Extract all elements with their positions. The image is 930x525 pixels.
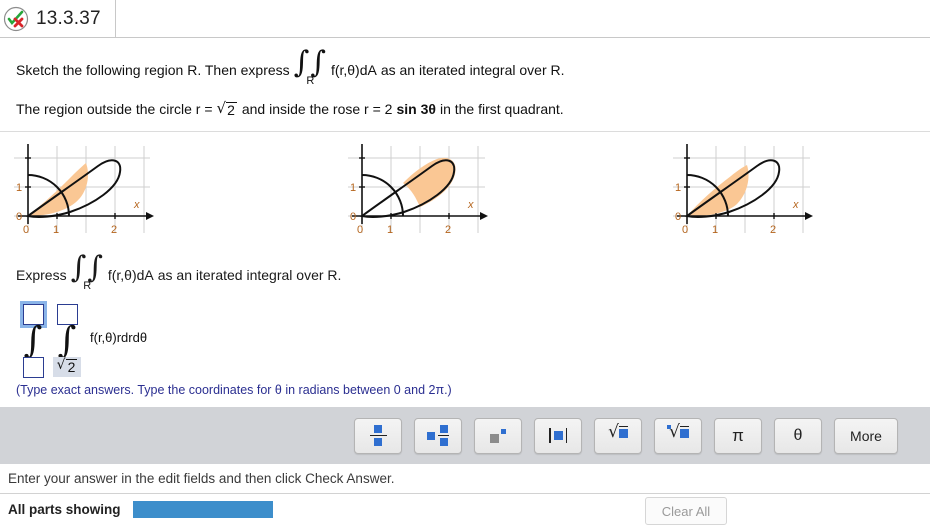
- inner-integral-sign: ∫: [57, 319, 77, 361]
- graph-option-c-canvas[interactable]: 0 1 2 0 1 x: [665, 138, 815, 243]
- theta-button[interactable]: θ: [774, 417, 822, 454]
- graph-b-ytick-0: 0: [350, 211, 356, 223]
- graph-b-xlabel: x: [467, 199, 474, 211]
- graph-option-a-canvas[interactable]: 0 1 2 0 1 x: [10, 138, 155, 243]
- outer-lower-limit-slot: [22, 356, 44, 379]
- graph-a-ytick-1: 1: [16, 182, 22, 194]
- check-cross-icon: [3, 6, 29, 31]
- theta-icon: θ: [793, 426, 803, 444]
- pi-button[interactable]: π: [714, 417, 762, 454]
- integral-signs: ∫∫: [293, 44, 327, 80]
- graph-a-xtick-0: 0: [23, 224, 29, 236]
- square-root-button[interactable]: √: [594, 417, 642, 454]
- outer-integral: ∫: [16, 300, 50, 379]
- express-after: as an iterated integral over R.: [157, 267, 342, 284]
- more-button[interactable]: More: [834, 417, 898, 454]
- absolute-value-button[interactable]: [534, 417, 582, 454]
- question-line-2-bold: sin 3θ: [396, 101, 436, 118]
- graph-c-ytick-1: 1: [675, 182, 681, 194]
- exponent-button[interactable]: [474, 417, 522, 454]
- graph-option-a[interactable]: 0 1 2 0 1 x: [10, 138, 155, 246]
- graph-b-xtick-1: 1: [387, 224, 393, 236]
- question-line-2: The region outside the circle r = √ 2 and…: [16, 87, 914, 118]
- absolute-value-icon: [548, 428, 568, 443]
- radicand: 2: [226, 102, 237, 118]
- graph-c-xtick-0: 0: [682, 224, 688, 236]
- inner-lower-limit-slot: √ 2: [52, 356, 82, 379]
- graph-a-xtick-2: 2: [111, 224, 117, 236]
- answer-section: Express ∫∫ R f(r,θ)dA as an iterated int…: [0, 246, 930, 397]
- all-parts-showing-label: All parts showing: [8, 501, 121, 517]
- graph-a-ytick-0: 0: [16, 211, 22, 223]
- integral-subscript: R: [306, 74, 315, 87]
- express-label: Express: [16, 267, 67, 284]
- enter-answer-message-bar: Enter your answer in the edit fields and…: [0, 464, 930, 494]
- mixed-number-button[interactable]: [414, 417, 462, 454]
- fraction-button[interactable]: [354, 417, 402, 454]
- question-line-1-after: as an iterated integral over R.: [380, 62, 565, 78]
- exponent-icon: [490, 428, 506, 443]
- inner-lower-radical-sign: √: [56, 357, 66, 374]
- graph-c-xtick-1: 1: [712, 224, 718, 236]
- outer-integral-sign: ∫: [23, 319, 43, 361]
- question-integrand: f(r,θ)dA: [330, 62, 377, 78]
- nth-root-icon: √: [667, 423, 689, 446]
- footer-bar: All parts showing: [0, 495, 930, 523]
- iterated-integral-answer: ∫ ∫ √ 2 f(r,θ)rdrdθ (Type exact answers.…: [16, 293, 914, 397]
- inner-lower-limit-input[interactable]: √ 2: [52, 357, 82, 378]
- express-integral-signs: ∫∫: [70, 249, 104, 285]
- page-title: 13.3.37: [36, 7, 101, 29]
- header-divider: [114, 0, 116, 37]
- graph-a-xtick-1: 1: [53, 224, 59, 236]
- express-integral-subscript: R: [83, 279, 92, 292]
- graph-c-xlabel: x: [792, 199, 799, 211]
- radical-sign: √: [216, 99, 227, 117]
- enter-answer-message: Enter your answer in the edit fields and…: [8, 471, 395, 486]
- sqrt-two-glyph: √ 2: [217, 101, 237, 118]
- graph-b-xtick-0: 0: [357, 224, 363, 236]
- pi-icon: π: [732, 425, 744, 445]
- question-line-1: Sketch the following region R. Then expr…: [16, 38, 914, 87]
- question-line-2-b: and inside the rose r = 2: [241, 101, 393, 118]
- graph-b-xtick-2: 2: [445, 224, 451, 236]
- express-integrand: f(r,θ)dA: [107, 267, 154, 284]
- progress-bar: [132, 500, 273, 518]
- fraction-icon: [369, 424, 387, 447]
- mixed-fraction-icon: [427, 424, 449, 447]
- express-double-integral-glyph: ∫∫ R: [70, 249, 104, 292]
- clear-all-label: Clear All: [661, 503, 711, 519]
- circle-curve: [361, 173, 404, 216]
- graph-b-ytick-1: 1: [350, 182, 356, 194]
- page-header: 13.3.37: [0, 0, 930, 38]
- math-palette-toolbar: √ √ π θ More: [0, 407, 930, 464]
- inner-integral: ∫ √ 2: [50, 303, 84, 379]
- graph-option-b[interactable]: 0 1 2 0 1 x: [340, 138, 490, 246]
- question-line-2-a: The region outside the circle r =: [16, 101, 213, 118]
- answer-integrand: f(r,θ)rdrdθ: [90, 329, 148, 345]
- nth-root-button[interactable]: √: [654, 417, 702, 454]
- inner-lower-radicand: 2: [65, 359, 78, 376]
- express-line: Express ∫∫ R f(r,θ)dA as an iterated int…: [16, 246, 914, 293]
- double-integral-glyph: ∫∫ R: [293, 44, 327, 87]
- outer-lower-limit-input[interactable]: [22, 356, 44, 378]
- graph-options-row: 0 1 2 0 1 x 0 1 2 0 1 x 0 1 2 0 1 x: [0, 132, 930, 246]
- square-root-icon: √: [608, 423, 628, 446]
- question-line-2-c: in the first quadrant.: [439, 101, 564, 118]
- graph-option-b-canvas[interactable]: 0 1 2 0 1 x: [340, 138, 490, 243]
- question-line-1-before: Sketch the following region R. Then expr…: [16, 62, 290, 78]
- question-body: Sketch the following region R. Then expr…: [0, 38, 930, 118]
- graph-c-ytick-0: 0: [675, 211, 681, 223]
- clear-all-button[interactable]: Clear All: [645, 497, 727, 525]
- integral-group: ∫ ∫ √ 2 f(r,θ)rdrdθ: [16, 300, 914, 379]
- graph-c-xtick-2: 2: [770, 224, 776, 236]
- answer-hint: (Type exact answers. Type the coordinate…: [16, 382, 452, 397]
- graph-a-xlabel: x: [133, 199, 140, 211]
- more-button-label: More: [850, 427, 882, 444]
- graph-option-c[interactable]: 0 1 2 0 1 x: [665, 138, 815, 246]
